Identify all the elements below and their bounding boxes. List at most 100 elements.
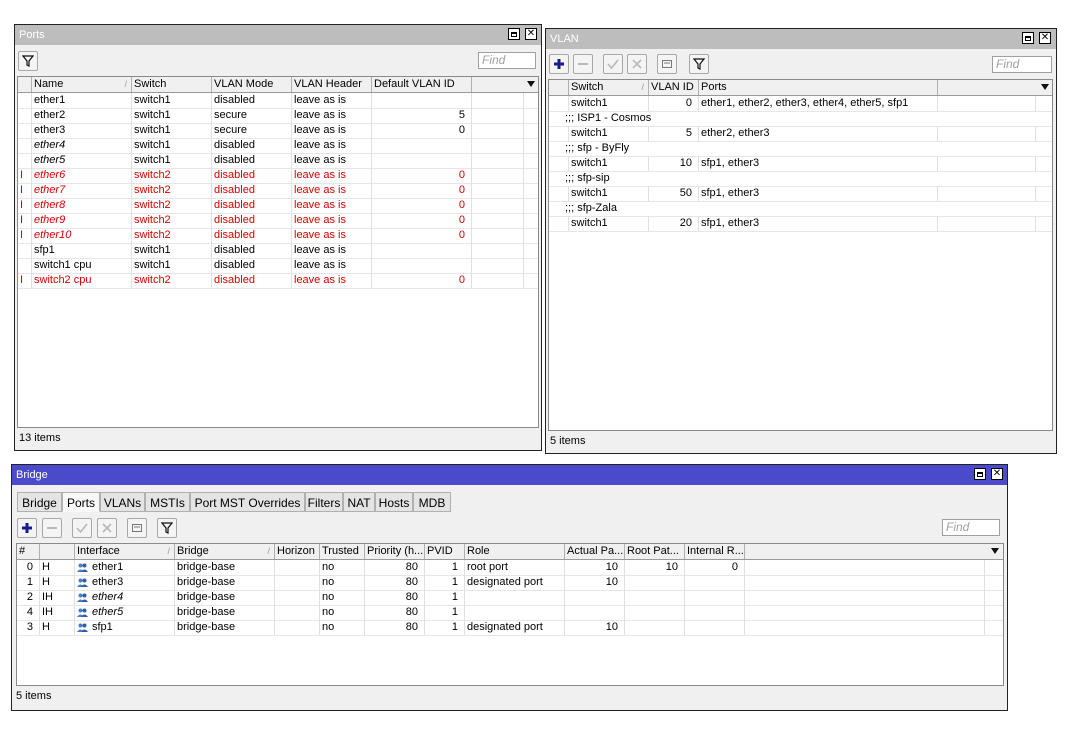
ports-table-row[interactable]: Iswitch2 cpu switch2 disabled leave as is 0 — [18, 273, 538, 289]
name-column-header[interactable]: Name / — [32, 77, 132, 92]
role-column-header[interactable]: Role — [465, 544, 565, 559]
root-path-cost-cell — [625, 605, 685, 620]
column-dropdown-icon[interactable] — [527, 81, 535, 87]
enable-button[interactable] — [72, 518, 92, 538]
ports-table-row[interactable]: switch1 cpu switch1 disabled leave as is — [18, 258, 538, 274]
ports-table-row[interactable]: ether3 switch1 secure leave as is 0 — [18, 123, 538, 139]
ports-table-row[interactable]: sfp1 switch1 disabled leave as is — [18, 243, 538, 259]
flag-column-header[interactable] — [18, 77, 32, 92]
bridge-port-row[interactable]: 4 IH ether5 bridge-base no 80 1 — [17, 605, 1003, 621]
tab-bridge[interactable]: Bridge — [17, 492, 62, 512]
ports-titlebar[interactable]: Ports — [15, 25, 541, 45]
switch-column-header[interactable]: Switch — [132, 77, 212, 92]
vlan-comment-row[interactable]: ;;; sfp-Zala — [549, 201, 1052, 217]
ports-cell: ether2, ether3 — [699, 126, 938, 141]
column-dropdown-icon[interactable] — [991, 548, 999, 554]
vlan-table-row[interactable]: switch1 0 ether1, ether2, ether3, ether4, … — [549, 96, 1052, 112]
maximize-icon[interactable] — [974, 468, 986, 480]
disable-button[interactable] — [627, 54, 647, 74]
vlan-header-column-header[interactable]: VLAN Header — [292, 77, 372, 92]
vlan-table-row[interactable]: switch1 20 sfp1, ether3 — [549, 216, 1052, 232]
vlan-table-row[interactable]: switch1 50 sfp1, ether3 — [549, 186, 1052, 202]
note-icon — [662, 60, 672, 68]
tab-ports[interactable]: Ports — [62, 492, 100, 512]
maximize-icon[interactable] — [1022, 32, 1034, 44]
root-path-cost-cell — [625, 620, 685, 635]
disable-button[interactable] — [97, 518, 117, 538]
root-path-cost-column-header[interactable]: Root Pat... — [625, 544, 685, 559]
remove-button[interactable] — [42, 518, 62, 538]
filter-button[interactable] — [18, 51, 38, 71]
priority-column-header[interactable]: Priority (h... — [365, 544, 425, 559]
bridge-find-input[interactable]: Find — [942, 519, 1000, 536]
bridge-column-header[interactable]: Bridge / — [175, 544, 275, 559]
column-dropdown-icon[interactable] — [1041, 84, 1049, 90]
default-vlan-id-cell: 0 — [372, 273, 472, 288]
interface-column-header[interactable]: Interface / — [75, 544, 175, 559]
bridge-port-row[interactable]: 2 IH ether4 bridge-base no 80 1 — [17, 590, 1003, 606]
ports-table-row[interactable]: Iether9 switch2 disabled leave as is 0 — [18, 213, 538, 229]
tab-vlans[interactable]: VLANs — [100, 492, 145, 512]
pvid-cell: 1 — [425, 605, 465, 620]
default-vlan-id-column-header[interactable]: Default VLAN ID — [372, 77, 472, 92]
bridge-ports-table: # Interface / Bridge / Horizon Trusted Pri… — [16, 543, 1004, 686]
tab-nat[interactable]: NAT — [343, 492, 375, 512]
comment-button[interactable] — [657, 54, 677, 74]
filter-button[interactable] — [689, 54, 709, 74]
add-button[interactable] — [17, 518, 37, 538]
bridge-port-row[interactable]: 1 Hether3 bridge-base no 80 1 designated port 1… — [17, 575, 1003, 591]
maximize-icon[interactable] — [508, 28, 520, 40]
ports-table-row[interactable]: Iether7 switch2 disabled leave as is 0 — [18, 183, 538, 199]
bridge-port-row[interactable]: 3 Hsfp1 bridge-base no 80 1 designated port 10 — [17, 620, 1003, 636]
bridge-port-row[interactable]: 0 Hether1 bridge-base no 80 1 root port 10 10 0 — [17, 560, 1003, 576]
ports-find-input[interactable]: Find — [478, 52, 536, 69]
tab-mdb[interactable]: MDB — [413, 492, 451, 512]
flag-cell — [18, 243, 32, 258]
spare-cell — [472, 93, 524, 108]
spare-cell — [472, 108, 524, 123]
horizon-column-header[interactable]: Horizon — [275, 544, 320, 559]
ports-table-row[interactable]: Iether6 switch2 disabled leave as is 0 — [18, 168, 538, 184]
ports-table-row[interactable]: ether1 switch1 disabled leave as is — [18, 93, 538, 109]
internal-root-path-cost-column-header[interactable]: Internal R... — [685, 544, 745, 559]
add-button[interactable] — [549, 54, 569, 74]
ports-table-row[interactable]: ether2 switch1 secure leave as is 5 — [18, 108, 538, 124]
close-icon[interactable]: ✕ — [525, 28, 537, 40]
vlan-titlebar[interactable]: VLAN — [546, 29, 1056, 49]
vlan-comment-row[interactable]: ;;; sfp - ByFly — [549, 141, 1052, 157]
tab-hosts[interactable]: Hosts — [375, 492, 413, 512]
vlan-id-column-header[interactable]: VLAN ID — [649, 80, 699, 95]
close-icon[interactable]: ✕ — [1039, 32, 1051, 44]
actual-path-cost-column-header[interactable]: Actual Pa... — [565, 544, 625, 559]
flag-cell — [18, 108, 32, 123]
filter-button[interactable] — [157, 518, 177, 538]
enable-button[interactable] — [603, 54, 623, 74]
flag-cell: I — [18, 198, 32, 213]
trusted-column-header[interactable]: Trusted — [320, 544, 365, 559]
tab-filters[interactable]: Filters — [305, 492, 343, 512]
vlan-table-row[interactable]: switch1 5 ether2, ether3 — [549, 126, 1052, 142]
tab-mstis[interactable]: MSTIs — [145, 492, 190, 512]
ports-table-row[interactable]: Iether8 switch2 disabled leave as is 0 — [18, 198, 538, 214]
flag-column-header[interactable] — [549, 80, 569, 95]
vlan-table-row[interactable]: switch1 10 sfp1, ether3 — [549, 156, 1052, 172]
vlan-mode-cell: secure — [212, 123, 292, 138]
spare-cell — [472, 258, 524, 273]
ports-table-row[interactable]: Iether10 switch2 disabled leave as is 0 — [18, 228, 538, 244]
pvid-column-header[interactable]: PVID — [425, 544, 465, 559]
vlan-comment-row[interactable]: ;;; ISP1 - Cosmos — [549, 111, 1052, 127]
close-icon[interactable]: ✕ — [991, 468, 1003, 480]
flags-column-header[interactable] — [40, 544, 75, 559]
switch-column-header[interactable]: Switch / — [569, 80, 649, 95]
vlan-mode-column-header[interactable]: VLAN Mode — [212, 77, 292, 92]
vlan-comment-row[interactable]: ;;; sfp-sip — [549, 171, 1052, 187]
ports-table-row[interactable]: ether4 switch1 disabled leave as is — [18, 138, 538, 154]
vlan-find-input[interactable]: Find — [992, 56, 1052, 73]
number-column-header[interactable]: # — [17, 544, 40, 559]
remove-button[interactable] — [573, 54, 593, 74]
ports-column-header[interactable]: Ports — [699, 80, 938, 95]
ports-table-row[interactable]: ether5 switch1 disabled leave as is — [18, 153, 538, 169]
comment-button[interactable] — [127, 518, 147, 538]
bridge-titlebar[interactable]: Bridge — [12, 465, 1007, 485]
tab-port-mst-overrides[interactable]: Port MST Overrides — [190, 492, 305, 512]
